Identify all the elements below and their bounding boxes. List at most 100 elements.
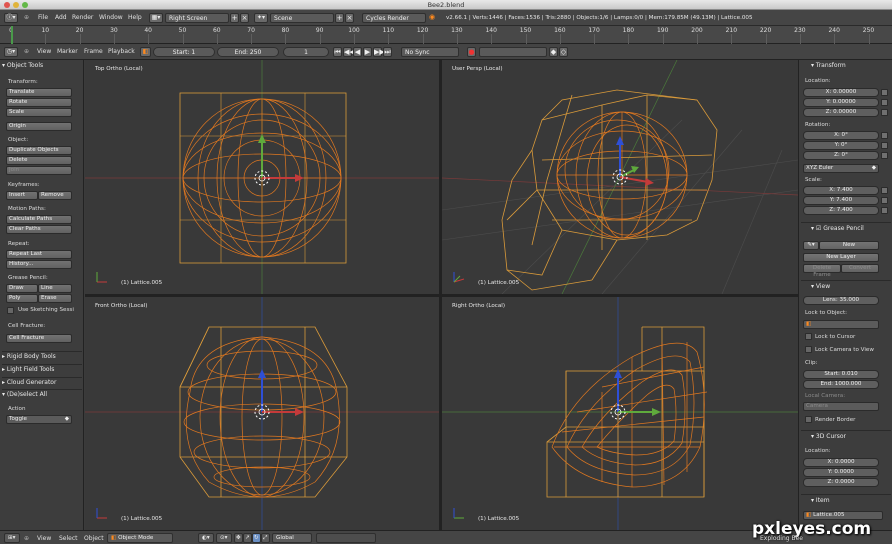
view-panel-header[interactable]: ▾ View (801, 280, 891, 291)
collapse-menu-icon[interactable]: ⊕ (24, 14, 29, 21)
delete-keyframe-icon[interactable]: ◇ (559, 47, 568, 57)
remove-keyframe-button[interactable]: Remove (38, 191, 72, 200)
menu-help[interactable]: Help (128, 14, 142, 21)
location-y-field[interactable]: Y: 0.00000 (803, 98, 879, 107)
manipulator-toggle-icon[interactable]: ✥ (234, 533, 243, 543)
light-field-tools-header[interactable]: ▸ Light Field Tools (2, 364, 82, 373)
collapse-timeline-menu-icon[interactable]: ⊕ (24, 48, 29, 55)
rigid-body-tools-header[interactable]: ▸ Rigid Body Tools (2, 351, 82, 360)
next-keyframe-button[interactable]: ▶▶ (373, 47, 385, 57)
editor-type-timeline-icon[interactable]: ◷▾ (4, 47, 18, 57)
3d-cursor-panel-header[interactable]: ▾ 3D Cursor (801, 430, 891, 441)
insert-keyframe-icon[interactable]: ◆ (549, 47, 558, 57)
history-button[interactable]: History... (6, 260, 72, 269)
location-x-field[interactable]: X: 0.00000 (803, 88, 879, 97)
timeline-menu-view[interactable]: View (37, 48, 51, 55)
viewport-top-ortho[interactable]: Top Ortho (Local) (1) Lattice.005 (85, 60, 439, 294)
item-panel-header[interactable]: ▾ Item (801, 494, 891, 505)
3dview-menu-view[interactable]: View (37, 535, 51, 542)
start-frame-field[interactable]: Start: 1 (153, 47, 215, 57)
lock-scale-x-icon[interactable] (881, 187, 888, 194)
record-icon[interactable]: ● (467, 47, 476, 57)
keying-set-field[interactable] (479, 47, 547, 57)
preview-range-icon[interactable]: ◧ (140, 47, 151, 57)
lock-rotation-z-icon[interactable] (881, 152, 888, 159)
rotation-y-field[interactable]: Y: 0° (803, 141, 879, 150)
clip-start-field[interactable]: Start: 0.010 (803, 370, 879, 379)
gp-delete-frame-button[interactable]: Delete Frame (803, 264, 841, 278)
editor-type-3dview-icon[interactable]: ⊞▾ (4, 533, 20, 543)
current-frame-marker[interactable] (11, 26, 13, 44)
gp-new-button[interactable]: New (819, 241, 879, 250)
sketching-session-checkbox[interactable] (7, 307, 14, 314)
lock-object-field[interactable]: ◧ (803, 320, 879, 329)
mode-select[interactable]: ◧ Object Mode (107, 533, 173, 543)
join-button[interactable]: Join (6, 166, 72, 175)
translate-manipulator-icon[interactable]: ↗ (243, 533, 252, 543)
lock-location-z-icon[interactable] (881, 109, 888, 116)
jump-start-button[interactable]: ⏮ (333, 47, 342, 57)
remove-scene-button[interactable]: × (345, 13, 354, 23)
collapse-3dview-menu-icon[interactable]: ⊕ (24, 535, 29, 542)
menu-window[interactable]: Window (99, 14, 123, 21)
insert-keyframe-button[interactable]: Insert (6, 191, 38, 200)
3dview-menu-select[interactable]: Select (59, 535, 78, 542)
lock-location-x-icon[interactable] (881, 89, 888, 96)
lock-camera-checkbox[interactable] (805, 346, 812, 353)
sync-mode-select[interactable]: No Sync (401, 47, 459, 57)
location-z-field[interactable]: Z: 0.00000 (803, 108, 879, 117)
origin-button[interactable]: Origin (6, 122, 72, 131)
lock-rotation-x-icon[interactable] (881, 132, 888, 139)
lock-scale-y-icon[interactable] (881, 197, 888, 204)
gp-poly-button[interactable]: Poly (6, 294, 38, 303)
cloud-generator-header[interactable]: ▸ Cloud Generator (2, 377, 82, 386)
menu-file[interactable]: File (38, 14, 48, 21)
viewport-right-ortho[interactable]: Right Ortho (Local) (1) Lattice.005 (442, 297, 798, 530)
rotate-button[interactable]: Rotate (6, 98, 72, 107)
gp-pencil-icon[interactable]: ✎▾ (803, 241, 819, 250)
gp-erase-button[interactable]: Erase (38, 294, 72, 303)
rotation-x-field[interactable]: X: 0° (803, 131, 879, 140)
translate-button[interactable]: Translate (6, 88, 72, 97)
deselect-all-header[interactable]: ▾ (De)select All (2, 389, 82, 398)
lock-location-y-icon[interactable] (881, 99, 888, 106)
viewport-user-persp[interactable]: User Persp (Local) (1) Lattice.005 (442, 60, 798, 294)
play-reverse-button[interactable]: ◀ (353, 47, 362, 57)
lock-scale-z-icon[interactable] (881, 207, 888, 214)
action-select[interactable]: Toggle ◆ (6, 415, 72, 424)
timeline-menu-marker[interactable]: Marker (57, 48, 78, 55)
clip-end-field[interactable]: End: 1000.000 (803, 380, 879, 389)
cursor-x-field[interactable]: X: 0.0000 (803, 458, 879, 467)
lens-field[interactable]: Lens: 35.000 (803, 296, 879, 305)
cursor-y-field[interactable]: Y: 0.0000 (803, 468, 879, 477)
render-border-checkbox[interactable] (805, 416, 812, 423)
clear-paths-button[interactable]: Clear Paths (6, 225, 72, 234)
scale-button[interactable]: Scale (6, 108, 72, 117)
transform-orientation-select[interactable]: Global (272, 533, 312, 543)
local-camera-field[interactable]: Camera (803, 402, 879, 411)
grease-pencil-panel-header[interactable]: ▾ ☑ Grease Pencil (801, 222, 891, 233)
gp-new-layer-button[interactable]: New Layer (803, 253, 879, 262)
lock-to-cursor-checkbox[interactable] (805, 333, 812, 340)
delete-button[interactable]: Delete (6, 156, 72, 165)
scene-selector[interactable]: Scene (270, 13, 334, 23)
transform-panel-header[interactable]: ▾ Transform (801, 60, 891, 71)
scale-z-field[interactable]: Z: 7.400 (803, 206, 879, 215)
cell-fracture-button[interactable]: Cell Fracture (6, 334, 72, 343)
repeat-last-button[interactable]: Repeat Last (6, 250, 72, 259)
rotation-mode-select[interactable]: XYZ Euler ◆ (803, 164, 879, 173)
render-engine-select[interactable]: Cycles Render (362, 13, 426, 23)
timeline-menu-frame[interactable]: Frame (84, 48, 103, 55)
cursor-z-field[interactable]: Z: 0.0000 (803, 478, 879, 487)
play-button[interactable]: ▶ (363, 47, 372, 57)
end-frame-field[interactable]: End: 250 (217, 47, 279, 57)
object-tools-header[interactable]: ▾ Object Tools (2, 62, 82, 69)
layer-buttons[interactable] (316, 533, 376, 543)
menu-render[interactable]: Render (72, 14, 93, 21)
lock-rotation-y-icon[interactable] (881, 142, 888, 149)
duplicate-objects-button[interactable]: Duplicate Objects (6, 146, 72, 155)
scale-x-field[interactable]: X: 7.400 (803, 186, 879, 195)
calculate-paths-button[interactable]: Calculate Paths (6, 215, 72, 224)
add-scene-button[interactable]: + (335, 13, 344, 23)
gp-line-button[interactable]: Line (38, 284, 72, 293)
